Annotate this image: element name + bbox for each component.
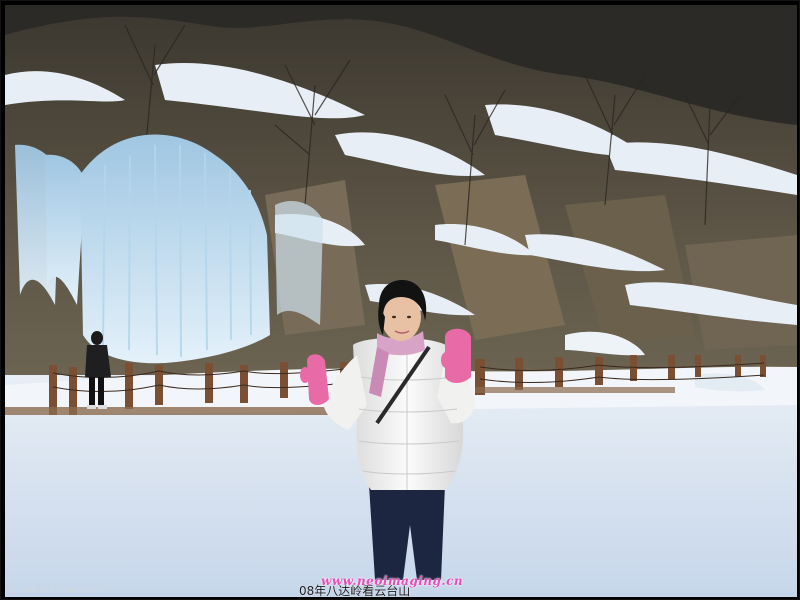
photo <box>5 5 797 597</box>
photo-frame: DSC-W70 F2.8 1/200 ISO100 08年八达岭看云台山 www… <box>0 0 800 600</box>
camera-info-stamp: DSC-W70 F2.8 1/200 ISO100 <box>9 588 105 595</box>
watermark: www.neoimaging.cn <box>321 574 464 588</box>
